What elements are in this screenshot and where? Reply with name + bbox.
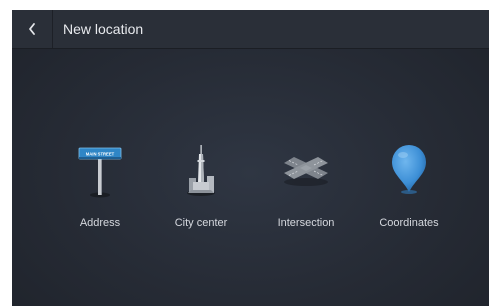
header-divider [52,10,53,48]
street-sign-icon: MAIN STREET [78,147,122,198]
city-center-option[interactable]: City center [153,140,249,240]
city-tower-icon [187,145,215,196]
header-bar: New location [12,10,489,49]
intersection-label: Intersection [277,217,335,229]
coordinates-label: Coordinates [379,217,439,229]
street-sign-text: MAIN STREET [86,152,115,157]
chevron-left-icon [29,23,35,35]
back-button[interactable] [12,10,52,48]
address-option[interactable]: MAIN STREET Address [52,140,148,240]
city-center-label: City center [174,217,228,229]
intersection-icon [284,157,328,186]
intersection-option[interactable]: Intersection [258,140,354,240]
address-label: Address [79,217,121,229]
coordinates-option[interactable]: Coordinates [361,140,457,240]
page-title: New location [63,21,144,37]
new-location-screen: New location MAIN STREET Address City ce… [12,10,489,306]
map-pin-icon [392,145,426,194]
